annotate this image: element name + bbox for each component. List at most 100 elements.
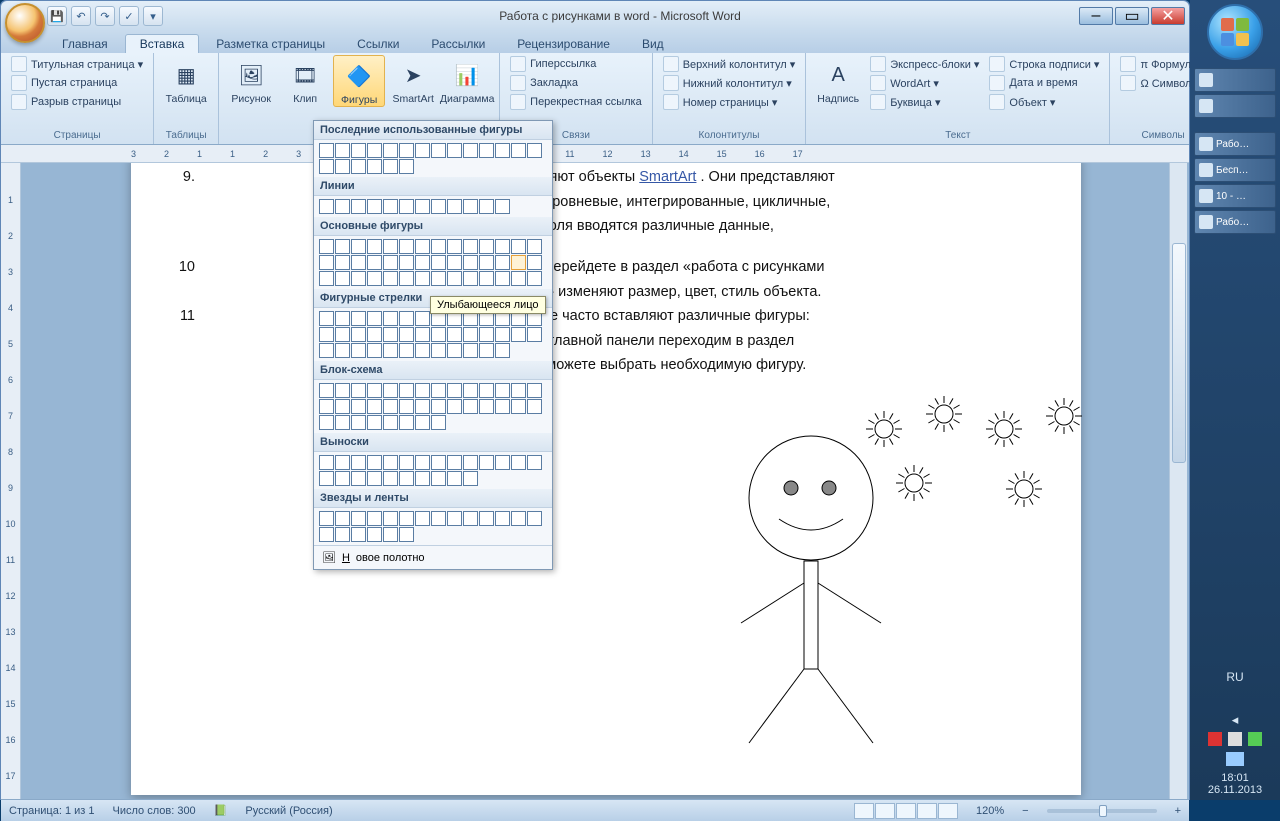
shape-item[interactable] [463, 271, 478, 286]
shape-item[interactable] [319, 199, 334, 214]
shape-item[interactable] [399, 383, 414, 398]
shape-item[interactable] [463, 239, 478, 254]
shape-item[interactable] [479, 199, 494, 214]
shape-item[interactable] [431, 271, 446, 286]
close-button[interactable]: ✕ [1151, 7, 1185, 25]
status-proof-icon[interactable]: 📗 [214, 804, 228, 817]
tab-Рецензирование[interactable]: Рецензирование [502, 34, 625, 53]
ribbon-Строка подписи ▾[interactable]: Строка подписи ▾ [985, 55, 1103, 73]
shape-item[interactable] [319, 271, 334, 286]
shape-item[interactable] [367, 159, 382, 174]
shape-item[interactable] [463, 511, 478, 526]
shape-item[interactable] [319, 511, 334, 526]
shape-item[interactable] [463, 455, 478, 470]
taskbar-quick[interactable] [1194, 68, 1276, 92]
shape-item[interactable] [495, 327, 510, 342]
shape-item[interactable] [431, 255, 446, 270]
shape-item[interactable] [335, 343, 350, 358]
shape-item[interactable] [367, 415, 382, 430]
shape-item[interactable] [383, 511, 398, 526]
tab-Главная[interactable]: Главная [47, 34, 123, 53]
smartart-link[interactable]: SmartArt [639, 169, 696, 185]
ribbon-Верхний колонтитул ▾[interactable]: Верхний колонтитул ▾ [659, 55, 800, 73]
shape-item[interactable] [351, 199, 366, 214]
tab-Разметка страницы[interactable]: Разметка страницы [201, 34, 340, 53]
shape-item[interactable] [383, 159, 398, 174]
shape-item[interactable] [527, 143, 542, 158]
shape-item[interactable] [351, 239, 366, 254]
shape-item[interactable] [479, 327, 494, 342]
shape-item[interactable] [511, 239, 526, 254]
shape-item[interactable] [399, 271, 414, 286]
shape-item[interactable] [527, 383, 542, 398]
shape-item[interactable] [319, 399, 334, 414]
shape-item[interactable] [399, 511, 414, 526]
tray-volume-icon[interactable] [1228, 732, 1242, 746]
shape-item[interactable] [495, 511, 510, 526]
shape-item[interactable] [383, 471, 398, 486]
shape-item[interactable] [415, 271, 430, 286]
shape-item[interactable] [447, 383, 462, 398]
shape-item[interactable] [463, 143, 478, 158]
minimize-button[interactable]: – [1079, 7, 1113, 25]
taskbar-window[interactable]: Рабо… [1194, 210, 1276, 234]
zoom-in[interactable]: + [1175, 805, 1181, 817]
shape-item[interactable] [319, 343, 334, 358]
shape-item[interactable] [367, 239, 382, 254]
shape-item[interactable] [495, 199, 510, 214]
shape-item[interactable] [367, 143, 382, 158]
status-page[interactable]: Страница: 1 из 1 [9, 805, 95, 817]
shape-item[interactable] [335, 327, 350, 342]
ruler-vertical[interactable]: 1234567891011121314151617181920 [1, 163, 21, 799]
shape-item[interactable] [447, 399, 462, 414]
shape-item[interactable] [399, 327, 414, 342]
ribbon-Клип[interactable]: 🎞Клип [279, 55, 331, 105]
shape-item[interactable] [319, 383, 334, 398]
shape-item[interactable] [431, 327, 446, 342]
shape-item[interactable] [527, 255, 542, 270]
shape-item[interactable] [415, 311, 430, 326]
status-words[interactable]: Число слов: 300 [113, 805, 196, 817]
document-text[interactable]: 9.мент также вставляют объекты SmartArt … [171, 165, 1041, 378]
shape-item[interactable] [399, 343, 414, 358]
shape-item[interactable] [527, 511, 542, 526]
taskbar-quick[interactable] [1194, 94, 1276, 118]
shape-item[interactable] [415, 471, 430, 486]
shape-item[interactable] [495, 143, 510, 158]
ribbon-Диаграмма[interactable]: 📊Диаграмма [441, 55, 493, 105]
shape-item[interactable] [319, 527, 334, 542]
shape-item[interactable] [383, 199, 398, 214]
shape-item[interactable] [383, 455, 398, 470]
shape-item[interactable] [415, 143, 430, 158]
tab-Рассылки[interactable]: Рассылки [416, 34, 500, 53]
shape-item[interactable] [511, 399, 526, 414]
shape-item[interactable] [415, 199, 430, 214]
shape-item[interactable] [399, 471, 414, 486]
shape-item[interactable] [527, 271, 542, 286]
shape-item[interactable] [495, 343, 510, 358]
shape-item[interactable] [335, 471, 350, 486]
shape-item[interactable] [351, 415, 366, 430]
tray-network-icon[interactable] [1226, 752, 1244, 766]
shape-item[interactable] [367, 511, 382, 526]
ribbon-SmartArt[interactable]: ➤SmartArt [387, 55, 439, 105]
shape-item[interactable] [511, 455, 526, 470]
shape-item[interactable] [367, 311, 382, 326]
shape-item[interactable] [351, 527, 366, 542]
maximize-button[interactable]: ▭ [1115, 7, 1149, 25]
shape-item[interactable] [527, 239, 542, 254]
zoom-out[interactable]: − [1022, 805, 1028, 817]
shape-item[interactable] [319, 415, 334, 430]
shape-item[interactable] [399, 311, 414, 326]
shape-item[interactable] [399, 159, 414, 174]
shape-item[interactable] [479, 343, 494, 358]
shape-item[interactable] [415, 511, 430, 526]
shape-item[interactable] [495, 383, 510, 398]
shape-item[interactable] [383, 327, 398, 342]
shape-item[interactable] [367, 471, 382, 486]
shape-item[interactable] [431, 415, 446, 430]
shape-item[interactable] [447, 455, 462, 470]
shape-item[interactable] [479, 239, 494, 254]
shape-item[interactable] [319, 455, 334, 470]
ribbon-Нижний колонтитул ▾[interactable]: Нижний колонтитул ▾ [659, 74, 800, 92]
